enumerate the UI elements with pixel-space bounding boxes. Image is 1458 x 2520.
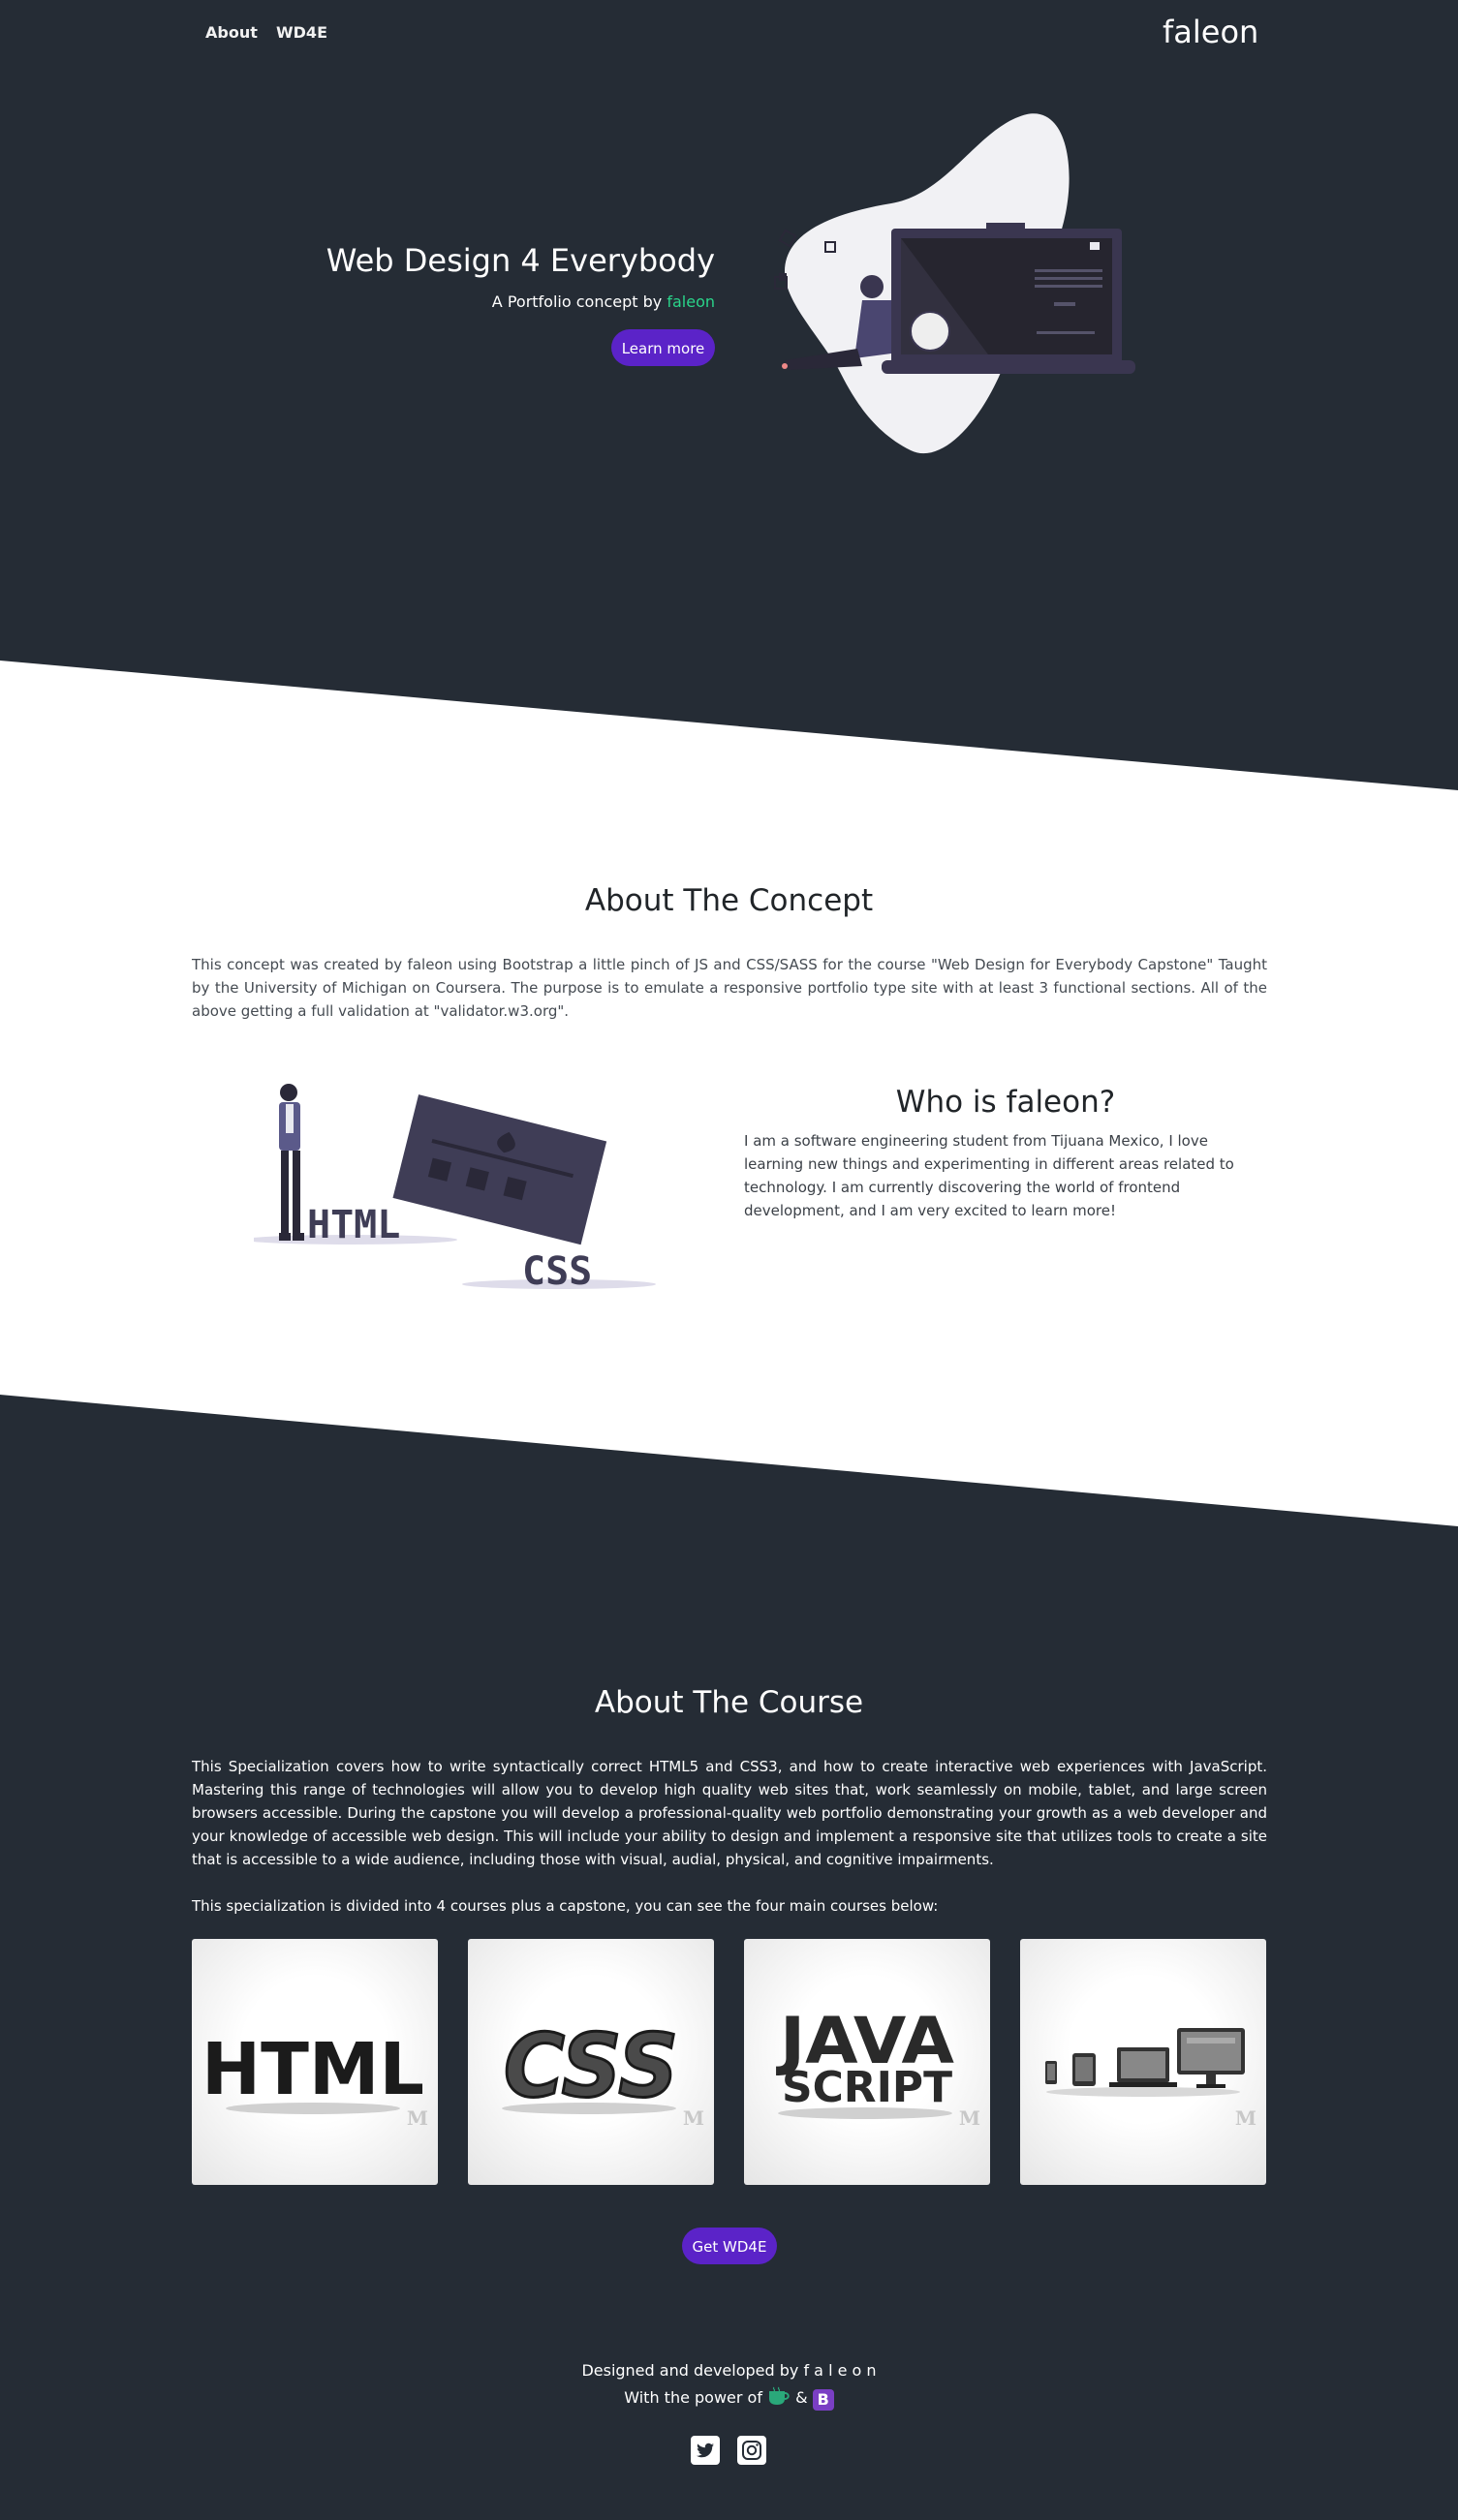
css-card-word: CSS — [504, 2015, 678, 2117]
twitter-icon[interactable] — [691, 2436, 720, 2465]
javascript-card-word-2: SCRIPT — [782, 2063, 952, 2112]
hero-illustration — [774, 113, 1135, 454]
who-text: I am a software engineering student from… — [744, 1132, 1234, 1219]
hero-author-link[interactable]: faleon — [667, 292, 715, 311]
coffee-icon — [769, 2386, 790, 2405]
html-css-illustration: HTML CSS — [254, 1084, 656, 1294]
card-badge: M — [683, 2106, 704, 2130]
footer-credits: Designed and developed by f a l e o n — [581, 2361, 877, 2380]
footer-powered-prefix: With the power of — [624, 2388, 762, 2407]
learn-more-button[interactable]: Learn more — [611, 329, 715, 366]
footer-ampersand: & — [795, 2388, 808, 2407]
course-breakdown-text: This specialization is divided into 4 co… — [192, 1897, 939, 1915]
card-badge: M — [1235, 2106, 1256, 2130]
instagram-icon[interactable] — [737, 2436, 766, 2465]
bootstrap-icon: B — [812, 2389, 834, 2411]
brand-logo[interactable]: faleon — [1163, 14, 1258, 50]
html-card-word: HTML — [202, 2028, 424, 2111]
css-label: CSS — [522, 1249, 592, 1294]
hero-subtitle: A Portfolio concept by faleon — [492, 292, 715, 311]
get-wd4e-button[interactable]: Get WD4E — [682, 2228, 777, 2264]
card-badge: M — [407, 2106, 428, 2130]
footer-powered-by: With the power of & B — [0, 2386, 1458, 2411]
concept-title: About The Concept — [584, 883, 874, 918]
nav-wd4e-link[interactable]: WD4E — [276, 23, 327, 42]
concept-text: This concept was created by faleon using… — [192, 956, 1267, 1020]
course-card-javascript[interactable]: JAVA SCRIPT M — [744, 1939, 990, 2185]
hero-title: Web Design 4 Everybody — [326, 242, 715, 279]
card-badge: M — [959, 2106, 980, 2130]
who-title: Who is faleon? — [895, 1085, 1116, 1120]
responsive-devices-icon: M — [1045, 2028, 1256, 2130]
course-description: This Specialization covers how to write … — [192, 1758, 1267, 1868]
course-title: About The Course — [594, 1685, 864, 1720]
course-card-html[interactable]: HTML M — [192, 1939, 438, 2185]
hero-background — [0, 0, 1458, 790]
course-card-css[interactable]: CSS M — [468, 1939, 714, 2185]
html-label: HTML — [307, 1203, 400, 1247]
hero-subtitle-prefix: A Portfolio concept by — [491, 292, 663, 311]
course-card-responsive[interactable]: M — [1020, 1939, 1266, 2185]
nav-about-link[interactable]: About — [205, 23, 258, 42]
